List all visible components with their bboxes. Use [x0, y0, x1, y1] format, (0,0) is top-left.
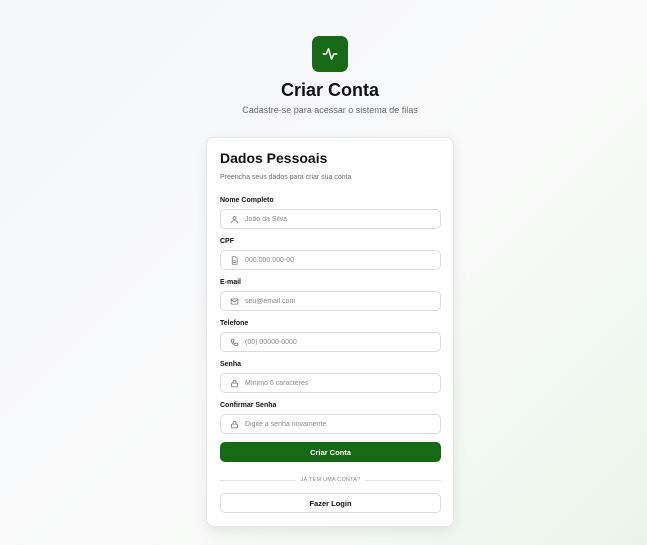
- card-title: Dados Pessoais: [220, 150, 328, 166]
- login-button[interactable]: Fazer Login: [220, 493, 441, 513]
- signup-card: Dados Pessoais Preencha seus dados para …: [206, 137, 454, 527]
- page-title: Criar Conta: [280, 80, 379, 100]
- name-input[interactable]: [245, 211, 435, 227]
- password-label: Senha: [220, 361, 242, 368]
- user-icon: [229, 214, 239, 224]
- document-icon: [229, 255, 239, 265]
- login-divider: JÁ TEM UMA CONTA?: [220, 475, 442, 485]
- lock-icon: [229, 378, 239, 388]
- app-logo: [312, 36, 348, 72]
- card-subtitle: Preencha seus dados para criar sua conta: [220, 174, 352, 181]
- phone-label: Telefone: [220, 320, 249, 327]
- mail-icon: [229, 296, 239, 306]
- lock-icon: [229, 419, 239, 429]
- divider-text: JÁ TEM UMA CONTA?: [300, 477, 361, 483]
- email-field-wrapper[interactable]: [220, 291, 441, 311]
- confirm-password-input[interactable]: [245, 416, 435, 432]
- cpf-input[interactable]: [245, 252, 435, 268]
- cpf-label: CPF: [220, 238, 234, 245]
- name-label: Nome Completo: [220, 197, 274, 204]
- phone-input[interactable]: [245, 334, 435, 350]
- activity-icon: [322, 48, 338, 60]
- divider-line-right: [365, 479, 442, 481]
- email-input[interactable]: [245, 293, 435, 309]
- confirm-password-field-wrapper[interactable]: [220, 414, 441, 434]
- divider-line-left: [220, 479, 296, 481]
- page-subtitle: Cadastre-se para acessar o sistema de fi…: [242, 105, 418, 115]
- cpf-field-wrapper[interactable]: [220, 250, 441, 270]
- email-label: E-mail: [220, 279, 242, 286]
- phone-icon: [229, 337, 239, 347]
- password-field-wrapper[interactable]: [220, 373, 441, 393]
- password-input[interactable]: [245, 375, 435, 391]
- create-account-button[interactable]: Criar Conta: [220, 442, 441, 462]
- page-background: Criar Conta Cadastre-se para acessar o s…: [0, 0, 647, 545]
- confirm-password-label: Confirmar Senha: [220, 402, 277, 409]
- phone-field-wrapper[interactable]: [220, 332, 441, 352]
- name-field-wrapper[interactable]: [220, 209, 441, 229]
